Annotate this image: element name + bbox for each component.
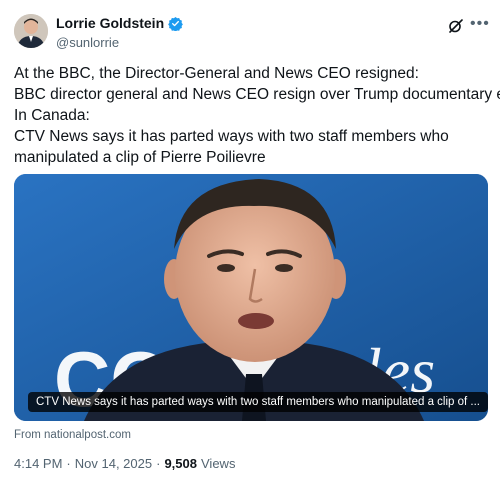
- grok-icon[interactable]: [448, 18, 464, 34]
- avatar-image: [14, 14, 48, 48]
- tweet-line: In Canada:: [14, 107, 90, 124]
- card-caption: CTV News says it has parted ways with tw…: [28, 392, 488, 412]
- tweet-line: At the BBC, the Director-General and New…: [14, 65, 419, 82]
- views-count: 9,508: [164, 456, 197, 471]
- separator: ·: [66, 456, 71, 471]
- avatar[interactable]: [14, 14, 48, 48]
- verified-badge-icon: [168, 16, 183, 32]
- tweet-line: BBC director general and News CEO resign…: [14, 86, 500, 103]
- tweet-text: At the BBC, the Director-General and New…: [14, 63, 500, 168]
- author-handle[interactable]: @sunlorrie: [56, 35, 119, 50]
- tweet-meta: 4:14 PM · Nov 14, 2025 · 9,508 Views: [14, 456, 235, 471]
- tweet-time[interactable]: 4:14 PM: [14, 456, 62, 471]
- more-icon[interactable]: •••: [470, 16, 490, 32]
- tweet-line: CTV News says it has parted ways with tw…: [14, 128, 449, 145]
- separator: ·: [156, 456, 161, 471]
- link-source[interactable]: From nationalpost.com: [14, 429, 131, 441]
- author-row: Lorrie Goldstein: [56, 15, 183, 32]
- link-card[interactable]: COU les CTV News: [14, 174, 488, 421]
- tweet-date[interactable]: Nov 14, 2025: [75, 456, 152, 471]
- views-label: Views: [201, 456, 236, 471]
- author-name[interactable]: Lorrie Goldstein: [56, 15, 164, 31]
- card-image: COU les: [14, 174, 488, 421]
- tweet-line: manipulated a clip of Pierre Poilievre: [14, 149, 266, 166]
